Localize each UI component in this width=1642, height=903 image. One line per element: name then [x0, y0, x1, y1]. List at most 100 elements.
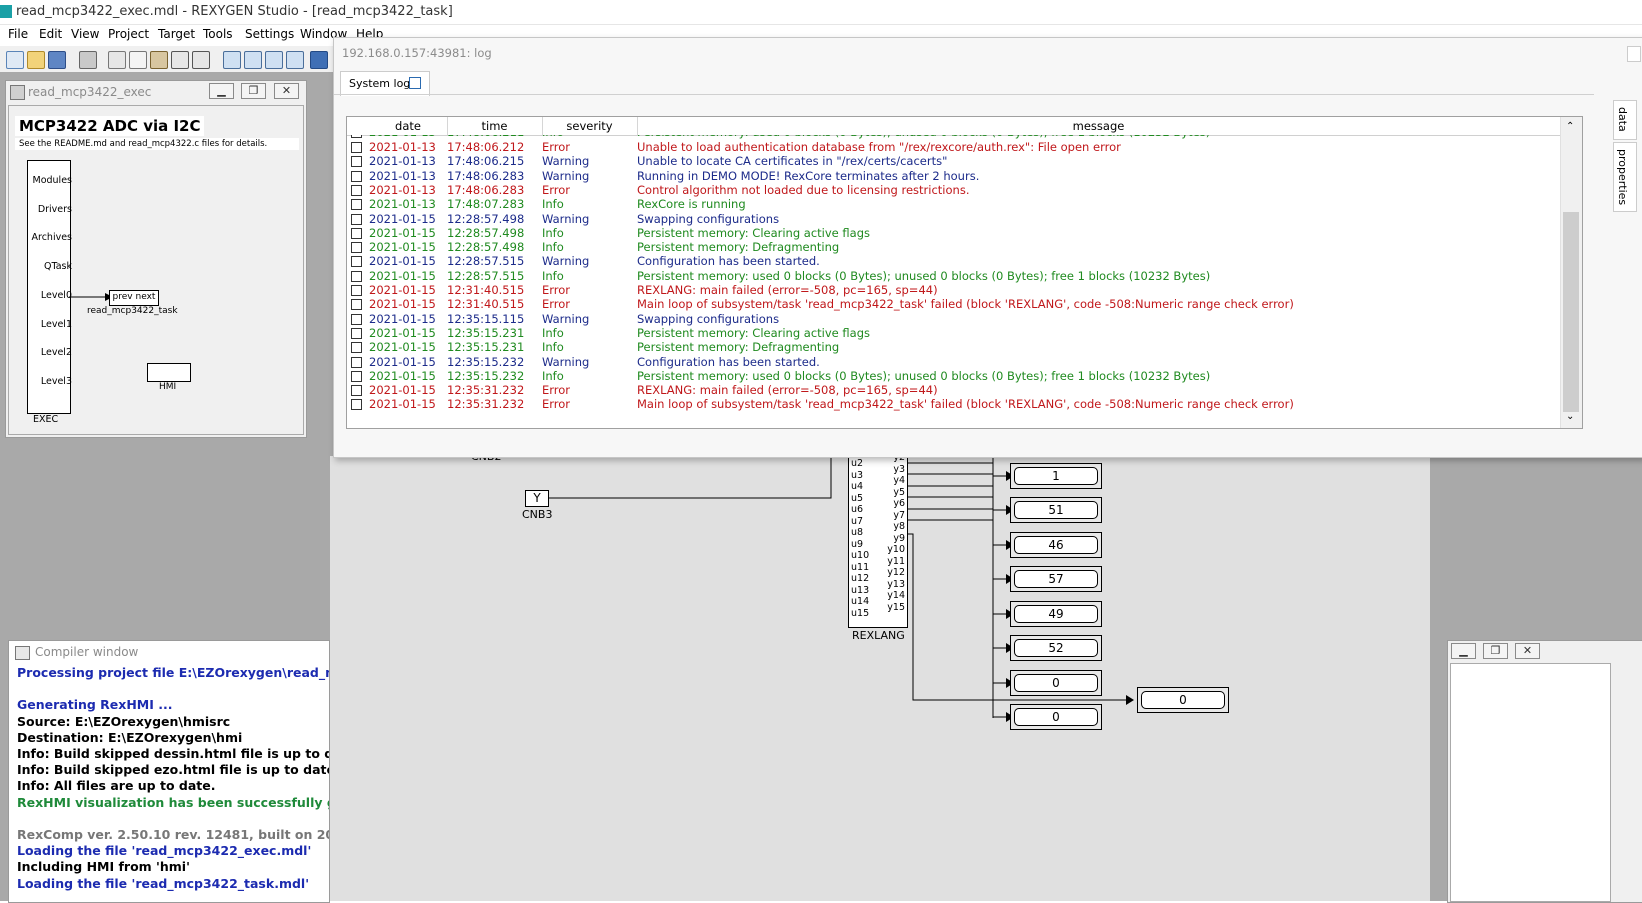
rexlang-output-y15[interactable]: y15 [887, 602, 905, 613]
cnb3-block[interactable]: Y [525, 490, 549, 507]
rexlang-input-u10[interactable]: u10 [851, 550, 869, 561]
redo-icon[interactable] [192, 51, 210, 69]
row-checkbox[interactable] [351, 356, 362, 368]
row-checkbox[interactable] [351, 227, 362, 239]
menu-edit[interactable]: Edit [39, 27, 62, 41]
rexlang-input-u8[interactable]: u8 [851, 527, 863, 538]
exec-port-modules[interactable]: Modules [9, 175, 73, 186]
display-extra[interactable]: 0 [1137, 687, 1229, 713]
rexlang-output-y8[interactable]: y8 [893, 521, 905, 532]
rexlang-output-y10[interactable]: y10 [887, 544, 905, 555]
rexlang-input-u15[interactable]: u15 [851, 608, 869, 619]
rexlang-output-y3[interactable]: y3 [893, 464, 905, 475]
zoom-window-icon[interactable] [286, 51, 304, 69]
display-3[interactable]: 57 [1010, 566, 1102, 592]
log-row[interactable]: 2021-01-15 12:28:57.498 Info Persistent mem… [347, 226, 1560, 241]
scroll-up-icon[interactable]: ⌃ [1566, 121, 1574, 132]
row-checkbox[interactable] [351, 170, 362, 182]
task-diagram-canvas[interactable]: Y CNB2 Y CNB3 RESETu0u1u2u3u4u5u6u7u8u9u… [330, 424, 1430, 901]
rexlang-input-u9[interactable]: u9 [851, 539, 863, 550]
compile-icon[interactable] [310, 51, 328, 69]
rexlang-input-u13[interactable]: u13 [851, 585, 869, 596]
log-row[interactable]: 2021-01-15 12:28:57.515 Warning Configurati… [347, 254, 1560, 269]
row-checkbox[interactable] [351, 342, 362, 354]
menu-tools[interactable]: Tools [203, 27, 233, 41]
secondary-window-canvas[interactable] [1450, 663, 1611, 902]
log-row[interactable]: 2021-01-15 12:31:40.515 Error Main loop of … [347, 297, 1560, 312]
menu-target[interactable]: Target [158, 27, 195, 41]
rexlang-input-u14[interactable]: u14 [851, 596, 869, 607]
exec-port-level3[interactable]: Level3 [9, 376, 72, 387]
rexlang-input-u5[interactable]: u5 [851, 493, 863, 504]
row-checkbox[interactable] [351, 299, 362, 311]
log-row[interactable]: 2021-01-13 17:48:06.283 Warning Running in … [347, 169, 1560, 184]
log-row[interactable]: 2021-01-15 12:28:57.515 Info Persistent mem… [347, 269, 1560, 284]
log-scrollbar[interactable]: ⌃ ⌄ [1560, 117, 1582, 428]
log-row[interactable]: 2021-01-15 12:35:15.232 Warning Configurati… [347, 355, 1560, 370]
side-tab-data[interactable]: data [1613, 100, 1637, 140]
rexlang-output-y11[interactable]: y11 [887, 556, 905, 567]
display-0[interactable]: 1 [1010, 463, 1102, 489]
exec-canvas[interactable]: MCP3422 ADC via I2C See the README.md an… [8, 105, 304, 435]
log-table[interactable]: date time severity message 2021-01-13 17:… [346, 116, 1583, 429]
exec-window[interactable]: read_mcp3422_exec ▁ ❐ ✕ MCP3422 ADC via … [5, 80, 307, 438]
rexlang-output-y7[interactable]: y7 [893, 510, 905, 521]
row-checkbox[interactable] [351, 385, 362, 397]
log-row[interactable]: 2021-01-15 12:31:40.515 Error REXLANG: main… [347, 283, 1560, 298]
close-icon[interactable] [1627, 46, 1641, 62]
display-6[interactable]: 0 [1010, 670, 1102, 696]
log-row[interactable]: 2021-01-13 17:48:06.215 Warning Unable to l… [347, 154, 1560, 169]
column-date[interactable]: date [369, 119, 447, 133]
row-checkbox[interactable] [351, 142, 362, 153]
row-checkbox[interactable] [351, 327, 362, 339]
display-2[interactable]: 46 [1010, 532, 1102, 558]
row-checkbox[interactable] [351, 256, 362, 268]
side-tab-properties[interactable]: properties [1613, 142, 1637, 212]
row-checkbox[interactable] [351, 242, 362, 254]
column-severity[interactable]: severity [542, 119, 637, 133]
copy-icon[interactable] [129, 51, 147, 69]
zoom-in-icon[interactable] [223, 51, 241, 69]
column-time[interactable]: time [447, 119, 542, 133]
exec-port-level2[interactable]: Level2 [9, 347, 72, 358]
menu-file[interactable]: File [8, 27, 28, 41]
rexlang-block[interactable]: RESETu0u1u2u3u4u5u6u7u8u9u10u11u12u13u14… [848, 424, 908, 628]
maximize-button[interactable]: ❐ [241, 83, 266, 99]
scroll-down-icon[interactable]: ⌄ [1566, 411, 1574, 422]
close-button[interactable]: ✕ [1515, 643, 1540, 659]
rexlang-input-u7[interactable]: u7 [851, 516, 863, 527]
exec-port-level0[interactable]: Level0 [9, 290, 72, 301]
new-file-icon[interactable] [6, 51, 24, 69]
log-row[interactable]: 2021-01-15 12:35:15.231 Info Persistent mem… [347, 326, 1560, 341]
secondary-window[interactable]: ▁ ❐ ✕ [1447, 640, 1642, 903]
scrollbar-thumb[interactable] [1563, 212, 1579, 412]
log-row[interactable]: 2021-01-15 12:35:31.232 Error Main loop of … [347, 397, 1560, 412]
exec-port-qtask[interactable]: QTask [9, 261, 72, 272]
log-row[interactable]: 2021-01-13 17:48:07.283 Info RexCore is run… [347, 197, 1560, 212]
close-button[interactable]: ✕ [274, 83, 299, 99]
compiler-output[interactable]: Processing project file E:\EZOrexygen\re… [9, 663, 329, 902]
display-5[interactable]: 52 [1010, 635, 1102, 661]
rexlang-output-y12[interactable]: y12 [887, 567, 905, 578]
row-checkbox[interactable] [351, 199, 362, 211]
paste-icon[interactable] [150, 51, 168, 69]
rexlang-output-y4[interactable]: y4 [893, 475, 905, 486]
minimize-button[interactable]: ▁ [1451, 643, 1476, 659]
open-folder-icon[interactable] [27, 51, 45, 69]
log-row[interactable]: 2021-01-13 17:48:06.283 Error Control algor… [347, 183, 1560, 198]
exec-port-archives[interactable]: Archives [9, 232, 73, 243]
rexlang-input-u2[interactable]: u2 [851, 458, 863, 469]
log-row[interactable]: 2021-01-15 12:35:15.231 Info Persistent mem… [347, 340, 1560, 355]
compiler-window[interactable]: Compiler window Processing project file … [8, 640, 330, 903]
menu-view[interactable]: View [71, 27, 99, 41]
display-7[interactable]: 0 [1010, 704, 1102, 730]
rexlang-output-y13[interactable]: y13 [887, 579, 905, 590]
log-row[interactable]: 2021-01-15 12:35:31.232 Error REXLANG: main… [347, 383, 1560, 398]
minimize-button[interactable]: ▁ [209, 83, 234, 99]
undo-icon[interactable] [171, 51, 189, 69]
rexlang-input-u3[interactable]: u3 [851, 470, 863, 481]
rexlang-output-y9[interactable]: y9 [893, 533, 905, 544]
hmi-block[interactable] [147, 363, 191, 382]
rexlang-input-u12[interactable]: u12 [851, 573, 869, 584]
tab-system-log[interactable]: System log [340, 71, 430, 96]
